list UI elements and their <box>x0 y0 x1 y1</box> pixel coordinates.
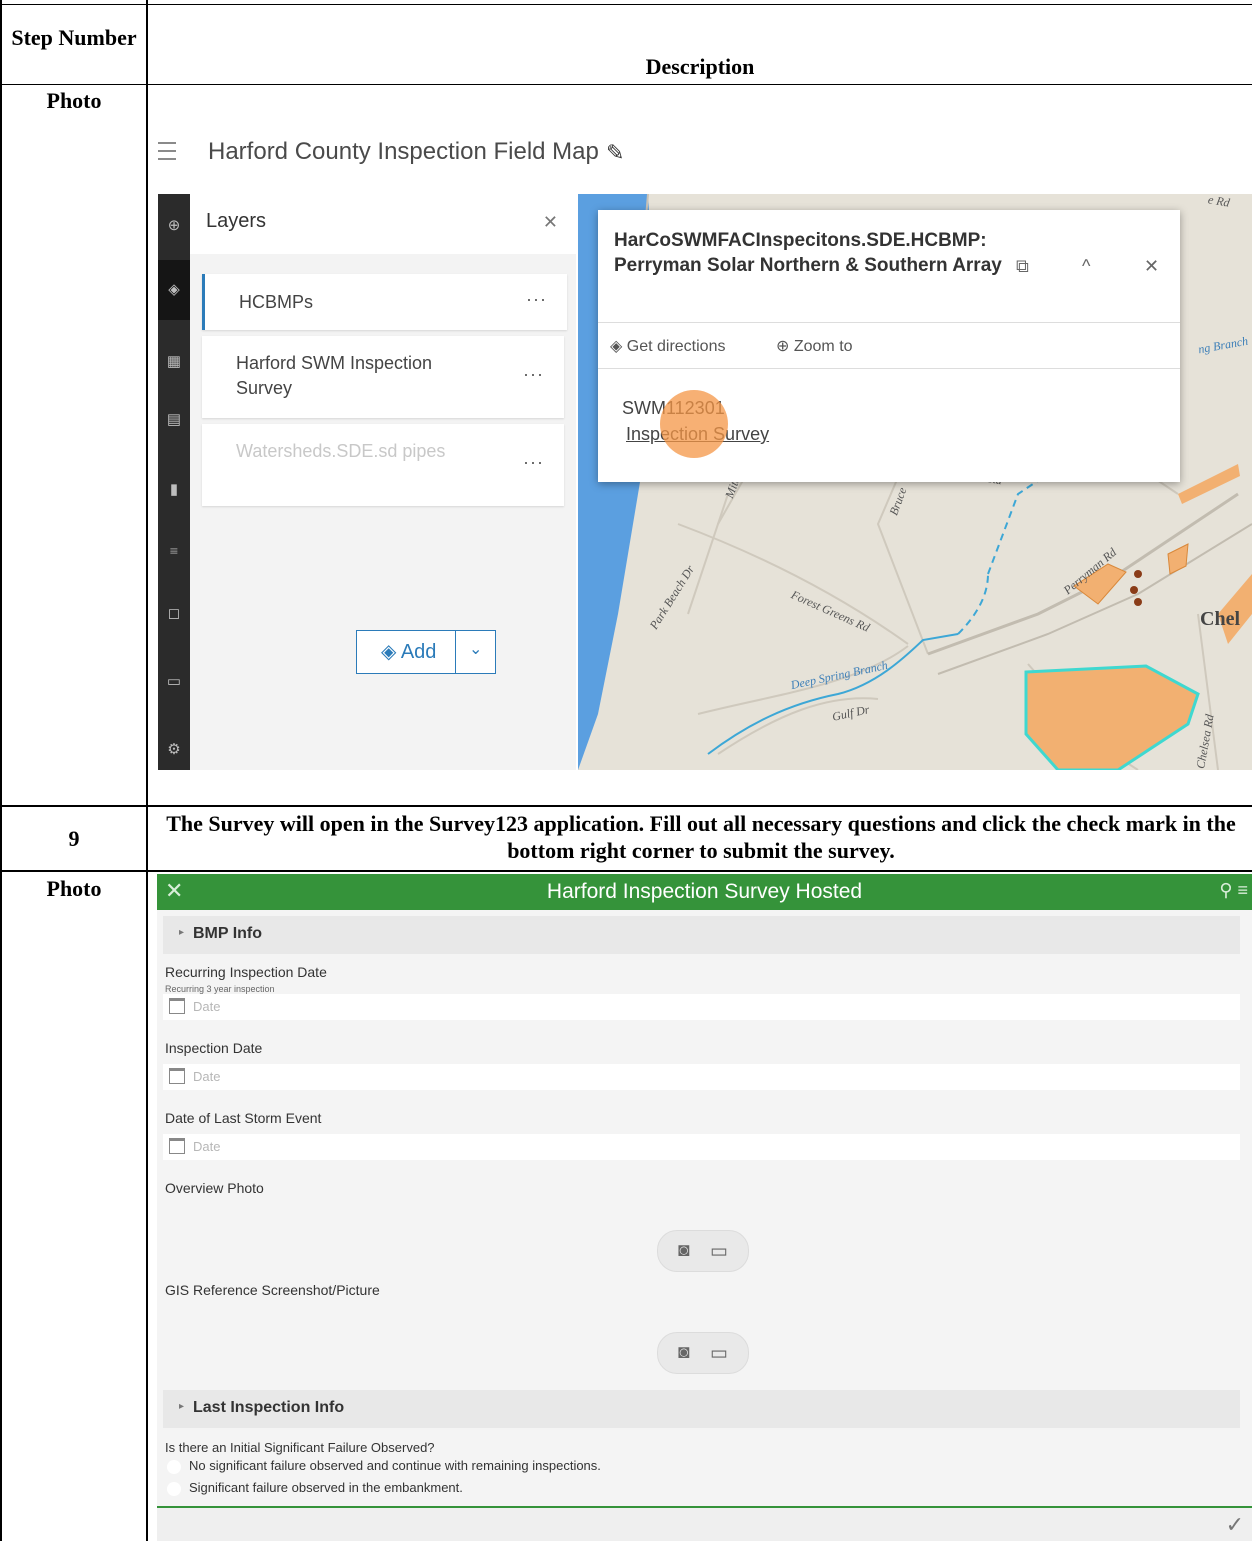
header-step-number: Step Number <box>11 25 137 50</box>
add-layer-button[interactable]: ◈ Add ⌄ <box>356 630 496 674</box>
gis-photo-picker[interactable]: ◙ ▭ <box>657 1332 749 1374</box>
survey-title: Harford Inspection Survey Hosted <box>546 880 863 903</box>
survey-footer: ✓ <box>157 1506 1252 1541</box>
table-header-bottom <box>0 84 1252 85</box>
storm-date-field[interactable]: Date <box>163 1134 1240 1160</box>
directions-icon: ◈ <box>610 338 623 355</box>
map-label-chel: Chel <box>1200 608 1240 630</box>
layer-name: Watersheds.SDE.sd pipes <box>236 441 446 461</box>
table-border-left-lower <box>0 874 2 1541</box>
folder-icon[interactable]: ▭ <box>710 1342 728 1365</box>
close-icon[interactable]: ✕ <box>543 212 558 233</box>
survey-header: ✕ Harford Inspection Survey Hosted ⚲ ≡ <box>157 874 1252 910</box>
question-inspection-date: Inspection Date <box>165 1040 263 1056</box>
settings-gear-icon[interactable]: ⚙ <box>162 738 186 762</box>
table-top-line <box>0 4 1252 5</box>
submit-check-icon[interactable]: ✓ <box>1226 1512 1244 1538</box>
calendar-icon <box>169 1138 185 1154</box>
more-options-icon[interactable]: ··· <box>523 452 544 473</box>
collapse-icon[interactable]: ^ <box>1082 256 1090 277</box>
layer-name: Harford SWM Inspection Survey <box>236 353 433 398</box>
layer-name: HCBMPs <box>239 292 314 312</box>
calendar-icon <box>169 1068 185 1084</box>
layer-item[interactable]: HCBMPs ··· <box>202 274 567 330</box>
group-last-inspection[interactable]: ▸ Last Inspection Info <box>163 1390 1240 1428</box>
chevron-down-icon[interactable]: ⌄ <box>469 639 482 659</box>
row-9-description: The Survey will open in the Survey123 ap… <box>166 811 1236 863</box>
close-icon[interactable]: ✕ <box>1144 256 1159 277</box>
layers-panel-header: Layers ✕ <box>190 194 576 254</box>
radio-circle[interactable] <box>167 1481 181 1496</box>
grid-icon[interactable]: ▤ <box>162 408 186 432</box>
group-label: BMP Info <box>193 925 263 942</box>
camera-icon[interactable]: ◙ <box>678 1240 689 1262</box>
table-border-left <box>0 0 2 874</box>
zoom-icon: ⊕ <box>776 338 790 355</box>
question-recurring-date: Recurring Inspection Date <box>165 964 327 980</box>
popup-title: HarCoSWMFACInspecitons.SDE.HCBMP: Perrym… <box>614 230 1002 276</box>
layers-icon: ◈ <box>381 641 397 663</box>
question-storm-date: Date of Last Storm Event <box>165 1110 322 1126</box>
hint-recurring: Recurring 3 year inspection <box>165 984 275 994</box>
group-label: Last Inspection Info <box>193 1399 345 1416</box>
popup-divider <box>598 322 1180 323</box>
edit-pencil-icon[interactable]: ✎ <box>606 140 624 166</box>
recurring-date-field[interactable]: Date <box>163 994 1240 1020</box>
survey-screenshot: ✕ Harford Inspection Survey Hosted ⚲ ≡ ▸… <box>157 874 1252 1541</box>
more-options-icon[interactable]: ··· <box>523 364 544 385</box>
row-photo-label-2: Photo <box>46 876 102 901</box>
list-icon[interactable]: ≡ <box>162 540 186 564</box>
expand-arrow-icon: ▸ <box>179 1401 185 1412</box>
calendar-icon <box>169 998 185 1014</box>
add-circle-icon[interactable]: ⊕ <box>162 214 186 238</box>
menu-icon[interactable]: ⚲ ≡ <box>1219 880 1248 901</box>
radio-option[interactable]: Significant failure observed in the emba… <box>167 1480 463 1496</box>
table-row-line-2 <box>0 870 1252 872</box>
more-options-icon[interactable]: ··· <box>526 289 547 310</box>
row-step-9: 9 <box>68 826 80 851</box>
table-row-line-1 <box>0 805 1252 807</box>
side-toolbar: ⊕ ◈ ▦ ▤ ▮ ≡ ◻ ▭ ⚙ <box>158 194 190 770</box>
folder-icon[interactable]: ▭ <box>710 1240 728 1263</box>
field-map-screenshot: Harford County Inspection Field Map ✎ ⊕ … <box>148 98 1252 788</box>
question-overview-photo: Overview Photo <box>165 1180 264 1196</box>
bookmark-icon[interactable]: ◻ <box>162 602 186 626</box>
inspection-date-field[interactable]: Date <box>163 1064 1240 1090</box>
add-label: ◈ Add <box>381 641 437 663</box>
row-photo-label-1: Photo <box>46 88 102 113</box>
question-gis-reference: GIS Reference Screenshot/Picture <box>165 1282 380 1298</box>
hamburger-menu-icon[interactable] <box>158 142 176 166</box>
get-directions-button[interactable]: ◈ Get directions <box>610 336 725 356</box>
expand-arrow-icon: ▸ <box>179 927 185 938</box>
dock-icon[interactable]: ⧉ <box>1016 256 1029 277</box>
layers-panel: Layers ✕ HCBMPs ··· Harford SWM Inspecti… <box>190 194 576 770</box>
layers-title: Layers <box>206 210 267 232</box>
table-icon[interactable]: ▦ <box>162 350 186 374</box>
radio-option[interactable]: No significant failure observed and cont… <box>167 1458 601 1474</box>
layer-item[interactable]: Harford SWM Inspection Survey ··· <box>202 336 564 418</box>
camera-icon[interactable]: ◙ <box>678 1342 689 1364</box>
chart-icon[interactable]: ▮ <box>162 478 186 502</box>
field-map-title: Harford County Inspection Field Map <box>208 138 599 165</box>
tap-indicator <box>660 390 728 458</box>
zoom-to-button[interactable]: ⊕ Zoom to <box>776 336 853 356</box>
folder-icon[interactable]: ▭ <box>162 670 186 694</box>
layer-item[interactable]: Watersheds.SDE.sd pipes ··· <box>202 424 564 506</box>
radio-circle[interactable] <box>167 1459 181 1474</box>
question-failure: Is there an Initial Significant Failure … <box>165 1440 435 1455</box>
group-bmp-info[interactable]: ▸ BMP Info <box>163 916 1240 954</box>
popup-divider <box>598 368 1180 369</box>
overview-photo-picker[interactable]: ◙ ▭ <box>657 1230 749 1272</box>
layers-icon[interactable]: ◈ <box>158 260 190 320</box>
header-description: Description <box>645 54 755 79</box>
